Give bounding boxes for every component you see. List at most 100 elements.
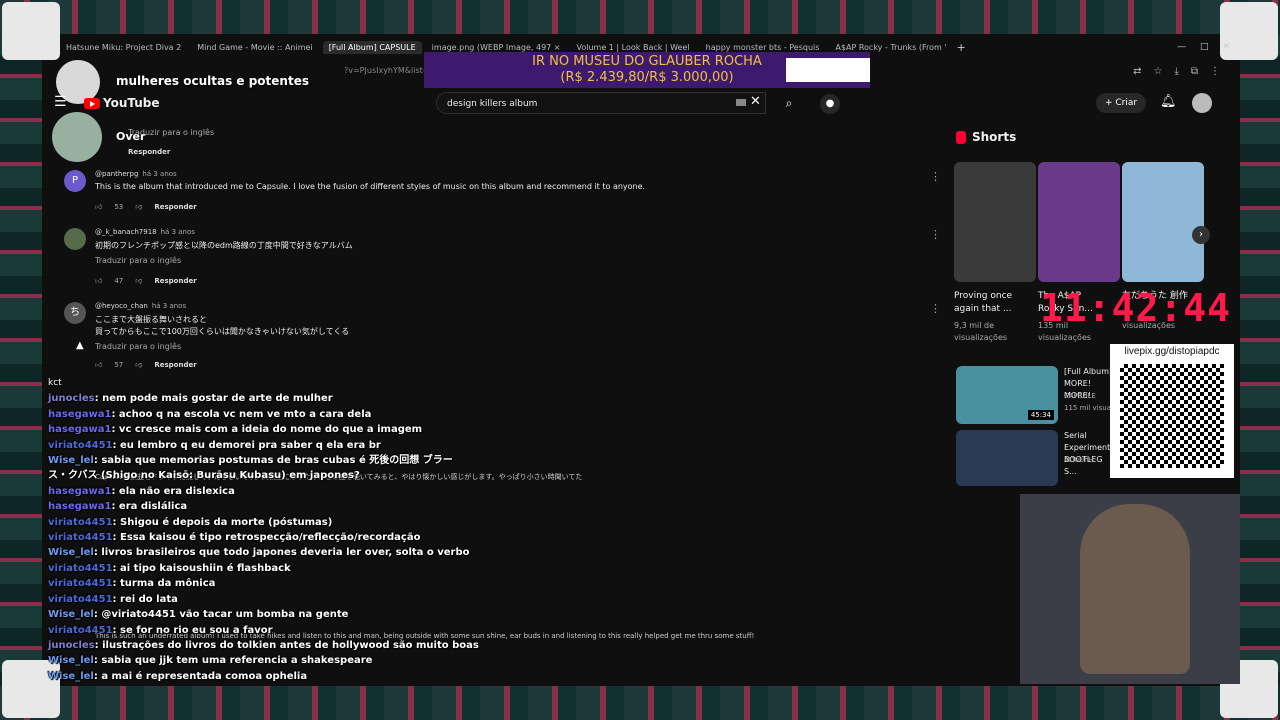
chat-message: Wise_lel: sabia que memorias postumas de… <box>48 453 468 468</box>
qr-label: livepix.gg/distopiapdc <box>1124 346 1220 357</box>
chat-message: Wise_lel: @viriato4451 vão tacar um bomb… <box>48 607 468 622</box>
recommended-channel[interactable]: AtTuUhH <box>1064 456 1094 464</box>
qr-code-icon <box>1120 364 1224 468</box>
chat-username: viriato4451 <box>48 532 113 544</box>
translate-link[interactable]: Traduzir para o inglês <box>95 342 181 351</box>
search-input[interactable]: design killers album <box>436 92 766 114</box>
stream-frame-right <box>1240 34 1280 686</box>
comment-actions: 👍︎ 47 👎︎ Responder <box>95 276 197 286</box>
chat-message: ス・クバス (Shigo no Kaisō: Burāsu Kubasu) em… <box>48 468 468 483</box>
reply-button[interactable]: Responder <box>154 203 196 211</box>
chat-text: : a mai é representada comoa ophelia <box>93 670 308 682</box>
chat-text: : vc cresce mais com a ideia do nome do … <box>111 424 423 436</box>
chat-message: hasegawa1: era dislálica <box>48 499 468 514</box>
youtube-logo[interactable]: YouTube <box>84 96 160 110</box>
chat-message: viriato4451: eu lembro q eu demorei pra … <box>48 438 468 453</box>
create-button[interactable]: + Criar <box>1096 93 1146 113</box>
window-controls: — □ ✕ <box>1177 42 1230 52</box>
reply-button[interactable]: Responder <box>154 361 196 369</box>
chat-username: viriato4451 <box>48 562 113 574</box>
browser-tab[interactable]: Hatsune Miku: Project Diva 2 <box>60 41 187 54</box>
search-button[interactable]: ⌕ <box>774 92 804 114</box>
minimize-icon[interactable]: — <box>1177 42 1186 52</box>
comment-more-icon[interactable]: ⋮ <box>930 302 941 315</box>
short-title[interactable]: Proving once again that ... <box>954 290 1024 316</box>
dislike-icon[interactable]: 👎︎ <box>135 202 142 211</box>
recommended-title[interactable]: Serial Experiments BOOTLEG S... <box>1064 430 1114 478</box>
short-thumbnail[interactable] <box>1038 162 1120 282</box>
browser-tab[interactable]: Mind Game - Movie :: Animei <box>191 41 318 54</box>
account-avatar[interactable] <box>1192 93 1212 113</box>
recommended-thumbnail[interactable] <box>956 430 1058 486</box>
chat-text: : Essa kaisou é tipo retrospecção/reflec… <box>112 532 421 544</box>
youtube-header: ☰ YouTube design killers album ✕ ⌕ ● + C… <box>44 90 1240 118</box>
stream-title: mulheres ocultas e potentes <box>116 74 309 88</box>
chat-username: Wise_lel <box>48 655 94 667</box>
dislike-icon[interactable]: 👎︎ <box>135 276 142 285</box>
notifications-bell-icon[interactable]: 🔔︎ <box>1160 94 1177 109</box>
shorts-title: Shorts <box>972 130 1017 144</box>
like-icon[interactable]: 👍︎ <box>95 276 102 285</box>
comment-author[interactable]: @_k_banach7918 há 3 anos <box>95 228 195 236</box>
chat-message: viriato4451: ai tipo kaisoushiin é flash… <box>48 561 468 576</box>
short-views: 9,3 mil de visualizações <box>954 321 1008 342</box>
chat-message: junocles: nem pode mais gostar de arte d… <box>48 391 468 406</box>
bookmark-star-icon[interactable]: ☆ <box>1153 66 1162 77</box>
stream-frame-bottom <box>0 686 1280 720</box>
shorts-next-icon[interactable]: › <box>1192 226 1210 244</box>
chat-message: viriato4451: turma da mônica <box>48 576 468 591</box>
close-window-icon[interactable]: ✕ <box>1222 42 1230 52</box>
chat-text: : ilustrações do livros do tolkien antes… <box>94 639 479 651</box>
clear-search-icon[interactable]: ✕ <box>750 94 761 109</box>
comment-text-line2: 買ってからもここで100万回くらいは聞かなきゃいけない気がしてくる <box>95 327 350 336</box>
like-count: 47 <box>114 276 124 285</box>
reply-button[interactable]: Responder <box>128 148 170 156</box>
comment-time: há 3 anos <box>160 228 195 236</box>
reply-button[interactable]: Responder <box>154 277 196 285</box>
extensions-icon[interactable]: ⧉ <box>1191 66 1198 77</box>
like-icon[interactable]: 👍︎ <box>95 202 102 211</box>
chat-message: Wise_lel: a mai é representada comoa oph… <box>48 669 468 684</box>
recommended-thumbnail[interactable]: 45:34 <box>956 366 1058 424</box>
stream-frame-left <box>0 34 42 686</box>
webcam-feed <box>1020 494 1240 684</box>
translate-link[interactable]: Traduzir para o inglês <box>95 256 181 265</box>
chat-text: : era dislálica <box>111 501 188 513</box>
microphone-icon[interactable]: ● <box>820 94 840 114</box>
chat-username: viriato4451 <box>48 578 113 590</box>
new-tab-button[interactable]: + <box>957 41 966 54</box>
chat-message: Wise_lel: sabia que jjk tem uma referenc… <box>48 653 468 668</box>
maximize-icon[interactable]: □ <box>1200 42 1209 52</box>
comment-author[interactable]: @pantherpg há 3 anos <box>95 170 177 178</box>
keyboard-icon[interactable] <box>736 99 746 106</box>
stream-frame-top <box>0 0 1280 34</box>
browser-tab-active[interactable]: [Full Album] CAPSULE <box>322 40 422 54</box>
translate-icon[interactable]: ⇄ <box>1133 66 1141 77</box>
chat-username: Wise_lel <box>48 670 94 682</box>
comment-more-icon[interactable]: ⋮ <box>930 170 941 183</box>
shorts-logo-icon <box>956 130 966 144</box>
corner-avatar-top-left <box>2 2 60 60</box>
recommended-channel[interactable]: CAPSULE <box>1064 392 1096 400</box>
comment-avatar[interactable]: P <box>64 170 86 192</box>
comment-more-icon[interactable]: ⋮ <box>930 228 941 241</box>
streamer-silhouette <box>1080 504 1190 674</box>
comment-text: ここまで大盤振る舞いされると <box>95 315 207 324</box>
hamburger-menu-icon[interactable]: ☰ <box>54 94 67 110</box>
like-icon[interactable]: 👍︎ <box>95 360 102 369</box>
short-thumbnail[interactable] <box>1122 162 1204 282</box>
chat-text: : livros brasileiros que todo japones de… <box>93 547 470 559</box>
dislike-icon[interactable]: 👎︎ <box>135 360 142 369</box>
chat-text: : ela não era dislexica <box>111 485 235 497</box>
chat-text: : sabia que jjk tem uma referencia a sha… <box>93 655 373 667</box>
menu-dots-icon[interactable]: ⋮ <box>1210 66 1220 77</box>
comment-author[interactable]: @heyoco_chan há 3 anos <box>95 302 186 310</box>
like-count: 57 <box>114 360 124 369</box>
stream-clock: 11:42:44 <box>1040 286 1232 330</box>
comment-avatar[interactable]: ち <box>64 302 86 324</box>
translate-link[interactable]: Traduzir para o inglês <box>128 128 214 137</box>
download-icon[interactable]: ⤓ <box>1174 66 1178 77</box>
comment-avatar[interactable] <box>64 228 86 250</box>
short-thumbnail[interactable] <box>954 162 1036 282</box>
comment-actions: 👍︎ 57 👎︎ Responder <box>95 360 197 370</box>
